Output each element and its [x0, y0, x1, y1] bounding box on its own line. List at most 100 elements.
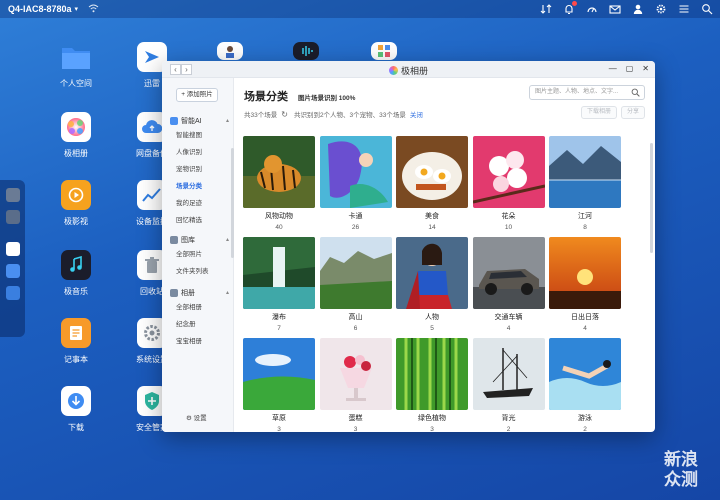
search-input[interactable]: 图片主题、人物、地点、文字... [529, 85, 645, 100]
minimize-icon[interactable]: — [609, 64, 617, 73]
desktop-icon-notepad[interactable]: 记事本 [40, 318, 112, 365]
gauge-icon[interactable] [585, 2, 599, 16]
scene-thumbnail-sunset[interactable] [549, 237, 621, 309]
sidebar-item-all-albums[interactable]: 全部相册 [162, 299, 233, 316]
scene-thumbnail-food[interactable] [396, 136, 468, 208]
scene-thumbnail-tiger[interactable] [243, 136, 315, 208]
scene-thumbnail-swimming[interactable] [549, 338, 621, 410]
sidebar-item-memories[interactable]: 回忆精选 [162, 212, 233, 229]
add-photo-button[interactable]: + 添加照片 [176, 88, 218, 102]
desktop-icon-video[interactable]: 极影视 [40, 180, 112, 227]
sidebar-item-scene-classification[interactable]: 场景分类 [162, 178, 233, 195]
sidebar-group-gallery: 图库 ▴ 全部照片 文件夹列表 [162, 233, 233, 280]
page-title: 场景分类 [244, 91, 288, 103]
scene-card[interactable]: 高山 6 [319, 237, 392, 338]
desktop-icon-avatar-app[interactable] [194, 42, 266, 60]
dock-photos-icon[interactable] [5, 242, 20, 256]
sidebar-group-header[interactable]: 相册 ▴ [162, 286, 233, 299]
scene-card[interactable]: 蛋糕 3 [319, 338, 392, 432]
refresh-icon[interactable]: ↻ [281, 110, 288, 119]
scene-thumbnail-flowers[interactable] [472, 136, 545, 208]
sidebar-group-header[interactable]: 智能AI ▴ [162, 114, 233, 127]
search-icon[interactable] [631, 88, 640, 97]
desktop-icon-download[interactable]: 下载 [40, 386, 112, 433]
scene-card[interactable]: 游泳 2 [549, 338, 621, 432]
transfer-icon[interactable] [539, 2, 553, 16]
scene-card[interactable]: 草原 3 [243, 338, 315, 432]
scene-card[interactable]: 背光 2 [472, 338, 545, 432]
scene-card[interactable]: 瀑布 7 [243, 237, 315, 338]
chevron-up-icon[interactable]: ▴ [226, 117, 229, 124]
scene-grid: 风物动物 40 卡通 26 美食 14 花朵 10 江河 8 瀑布 7 高山 6… [243, 136, 621, 432]
share-button[interactable]: 分享 [620, 106, 645, 119]
dock-backup-icon[interactable] [5, 286, 20, 300]
scene-card[interactable]: 江河 8 [549, 136, 621, 237]
gear-icon: ⚙ [186, 415, 192, 422]
top-bar: Q4-IAC8-8780a ▾ [0, 0, 720, 18]
desktop-icon-grid-app[interactable] [348, 42, 420, 60]
download-icon [61, 386, 91, 416]
desktop-icon-audio-app[interactable] [270, 42, 342, 60]
content-scrollbar[interactable] [650, 143, 653, 253]
scene-thumbnail-car[interactable] [472, 237, 545, 309]
user-icon[interactable] [631, 2, 645, 16]
chevron-up-icon[interactable]: ▴ [226, 236, 229, 243]
download-album-button[interactable]: 下载相册 [580, 106, 617, 119]
chevron-up-icon[interactable]: ▴ [226, 289, 229, 296]
photo-album-window: ‹ › 极相册 — ▢ ✕ + 添加照片 智能AI ▴ 智能搜图 人像识别 宠物识… [162, 61, 655, 432]
sidebar-item-baby-album[interactable]: 宝宝相册 [162, 333, 233, 350]
scene-thumbnail-cake[interactable] [319, 338, 392, 410]
scene-thumbnail-plants[interactable] [396, 338, 468, 410]
sidebar-group-header[interactable]: 图库 ▴ [162, 233, 233, 246]
side-dock [0, 180, 25, 337]
scene-thumbnail-person[interactable] [396, 237, 468, 309]
scene-card[interactable]: 花朵 10 [472, 136, 545, 237]
scene-thumbnail-mermaid[interactable] [319, 136, 392, 208]
dock-laptop-icon[interactable] [5, 188, 20, 202]
search-icon[interactable] [700, 2, 714, 16]
audio-wave-icon [293, 42, 319, 60]
settings-button[interactable]: ⚙ 设置 [186, 412, 207, 422]
scene-card[interactable]: 日出日落 4 [549, 237, 621, 338]
scene-thumbnail-grassland[interactable] [243, 338, 315, 410]
close-link[interactable]: 关闭 [410, 109, 423, 119]
sidebar-item-pet-recognition[interactable]: 宠物识别 [162, 161, 233, 178]
window-title: 极相册 [162, 64, 655, 77]
sidebar-item-folder-list[interactable]: 文件夹列表 [162, 263, 233, 280]
sidebar-item-smart-search[interactable]: 智能搜图 [162, 127, 233, 144]
scene-card[interactable]: 美食 14 [396, 136, 468, 237]
sidebar-item-memorial-album[interactable]: 纪念册 [162, 316, 233, 333]
scene-thumbnail-backlight[interactable] [472, 338, 545, 410]
gear-icon[interactable] [654, 2, 668, 16]
title-bar[interactable]: ‹ › 极相册 — ▢ ✕ [162, 61, 655, 78]
desktop-icon-personal-space[interactable]: 个人空间 [40, 42, 112, 89]
gallery-icon [170, 235, 178, 244]
scene-card[interactable]: 绿色植物 3 [396, 338, 468, 432]
scene-thumbnail-waterfall[interactable] [243, 237, 315, 309]
dock-apps-grid-icon[interactable] [5, 210, 20, 224]
grid-app-icon [371, 42, 397, 60]
scene-card[interactable]: 交通车辆 4 [472, 237, 545, 338]
notification-badge [572, 1, 577, 6]
dock-monitor-icon[interactable] [5, 264, 20, 278]
sidebar-item-all-photos[interactable]: 全部照片 [162, 246, 233, 263]
notepad-icon [61, 318, 91, 348]
sidebar-item-my-footprints[interactable]: 我的足迹 [162, 195, 233, 212]
sidebar-item-face-recognition[interactable]: 人像识别 [162, 144, 233, 161]
desktop-icon-photos[interactable]: 极相册 [40, 112, 112, 159]
device-name[interactable]: Q4-IAC8-8780a [8, 4, 72, 14]
scene-thumbnail-mountain[interactable] [319, 237, 392, 309]
sidebar: + 添加照片 智能AI ▴ 智能搜图 人像识别 宠物识别 场景分类 我的足迹 回忆… [162, 78, 234, 432]
scene-thumbnail-river[interactable] [549, 136, 621, 208]
close-icon[interactable]: ✕ [642, 64, 649, 73]
menu-icon[interactable] [677, 2, 691, 16]
desktop-icon-music[interactable]: 极音乐 [40, 250, 112, 297]
scene-card[interactable]: 卡通 26 [319, 136, 392, 237]
mail-icon[interactable] [608, 2, 622, 16]
scene-card[interactable]: 人物 5 [396, 237, 468, 338]
maximize-icon[interactable]: ▢ [626, 64, 634, 73]
scene-card[interactable]: 风物动物 40 [243, 136, 315, 237]
chevron-down-icon[interactable]: ▾ [75, 5, 79, 13]
notification-bell-icon[interactable] [562, 1, 577, 16]
music-note-icon [61, 250, 91, 280]
